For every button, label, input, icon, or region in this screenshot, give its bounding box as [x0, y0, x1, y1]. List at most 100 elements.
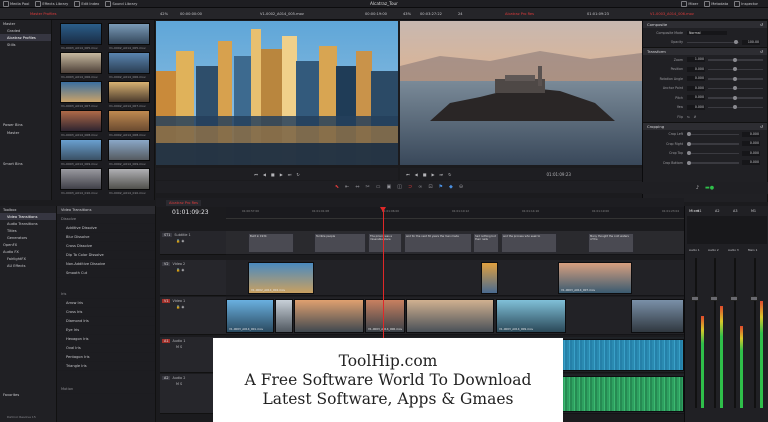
tab-edit-index[interactable]: Edit Index: [74, 0, 99, 7]
marker-icon[interactable]: ◆: [449, 184, 453, 190]
crop-top-slider[interactable]: [687, 151, 739, 155]
lane-subtitle-1[interactable]: Built in 1934 Terrible people The prison…: [226, 231, 684, 255]
trim-tool-icon[interactable]: ⇤: [345, 184, 349, 190]
fx-oval-iris[interactable]: Oval Iris: [57, 344, 155, 353]
skip-back-icon[interactable]: ⏮: [254, 172, 258, 177]
rotation-slider[interactable]: [708, 76, 763, 81]
lock-icon[interactable]: 🔒: [176, 305, 180, 309]
subtitle-clip[interactable]: had nothing but their nails: [473, 233, 499, 253]
video-clip[interactable]: V1-0002_A014_004.mov: [248, 262, 314, 294]
category-fairlightfx[interactable]: FairlightFX: [0, 255, 56, 262]
selection-tool-icon[interactable]: ⬉: [335, 184, 339, 190]
subtitle-clip[interactable]: The prison was a miserable place: [368, 233, 402, 253]
snapping-icon[interactable]: ⊃: [408, 184, 412, 190]
link-icon[interactable]: ∞: [418, 184, 422, 190]
video-clip[interactable]: V1-0003_A014_001.mov: [226, 299, 274, 333]
tab-inspector[interactable]: Inspector: [734, 0, 758, 7]
timeline-viewer[interactable]: [400, 21, 642, 165]
bin-graded[interactable]: Graded: [0, 27, 51, 34]
stop-icon[interactable]: ■: [271, 172, 275, 177]
power-bin-master[interactable]: Master: [7, 131, 19, 135]
video-clip[interactable]: V1-0003_A014_006.mov: [365, 299, 405, 333]
crop-left-slider[interactable]: [687, 132, 739, 136]
flag-icon[interactable]: ⚑: [439, 184, 443, 190]
reset-icon[interactable]: ↺: [760, 124, 763, 129]
yaw-slider[interactable]: [708, 105, 763, 109]
source-zoom[interactable]: 42%: [160, 12, 168, 16]
fx-pentagon-iris[interactable]: Pentagon Iris: [57, 353, 155, 362]
flip-vertical-icon[interactable]: ⇵: [694, 115, 697, 119]
crop-bottom-slider[interactable]: [687, 160, 739, 165]
eye-icon[interactable]: ◉: [181, 268, 184, 272]
composite-mode-select[interactable]: Normal: [687, 30, 727, 35]
stop-icon[interactable]: ■: [423, 172, 427, 177]
category-au-effects[interactable]: AU Effects: [0, 262, 56, 269]
timeline-ruler[interactable]: 01:00:57:00 01:01:01:08 01:01:06:00 01:0…: [226, 207, 684, 219]
mute-icon[interactable]: M: [176, 382, 179, 386]
opacity-value[interactable]: 100.00: [742, 39, 760, 45]
insert-clip-icon[interactable]: ▭: [376, 184, 381, 190]
thumb-5[interactable]: [60, 81, 102, 103]
eye-icon[interactable]: ◉: [181, 239, 184, 243]
thumb-4[interactable]: [108, 52, 150, 74]
loop-icon[interactable]: ↻: [296, 172, 299, 177]
video-clip[interactable]: V1-0003_A014_007.mov: [558, 262, 632, 294]
thumb-2[interactable]: [108, 23, 150, 45]
skip-forward-icon[interactable]: ⏭: [440, 172, 444, 177]
source-viewer[interactable]: [156, 21, 398, 165]
dynamic-trim-icon[interactable]: ⇔: [355, 184, 359, 190]
track-header-video-1[interactable]: V1 Video 1 🔒 ◉: [160, 297, 226, 335]
position-slider[interactable]: [708, 67, 763, 71]
video-clip[interactable]: [481, 262, 498, 294]
subtitle-clip[interactable]: Built in 1934: [248, 233, 294, 253]
thumb-6[interactable]: [108, 81, 150, 103]
subtitle-clip[interactable]: and for the next 30 years the men made: [404, 233, 472, 253]
anchor-slider[interactable]: [708, 86, 763, 90]
video-clip[interactable]: V1-0003_A014_009.mov: [496, 299, 566, 333]
play-icon[interactable]: ▶: [280, 172, 283, 177]
category-audio-transitions[interactable]: Audio Transitions: [0, 220, 56, 227]
fx-non-additive[interactable]: Non-Additive Dissolve: [57, 260, 155, 269]
bin-stills[interactable]: Stills: [0, 41, 51, 48]
tab-sound-library[interactable]: Sound Library: [105, 0, 137, 7]
volume-slider-icon[interactable]: ▬●: [705, 185, 714, 191]
mute-icon[interactable]: M: [176, 345, 179, 349]
reset-icon[interactable]: ↺: [760, 49, 763, 54]
position-lock-icon[interactable]: ⊡: [428, 184, 432, 190]
fx-cross-iris[interactable]: Cross Iris: [57, 308, 155, 317]
track-header-video-2[interactable]: V2 Video 2 🔒 ◉: [160, 260, 226, 296]
lock-icon[interactable]: 🔒: [176, 268, 180, 272]
toolbox-label[interactable]: Toolbox: [0, 206, 56, 213]
bin-master[interactable]: Master: [0, 20, 51, 27]
overwrite-clip-icon[interactable]: ▣: [386, 184, 391, 190]
reverse-icon[interactable]: ◀: [263, 172, 266, 177]
flip-horizontal-icon[interactable]: ⇋: [687, 115, 690, 119]
fx-triangle-iris[interactable]: Triangle Iris: [57, 362, 155, 371]
transform-section[interactable]: Transform ↺: [643, 47, 767, 55]
thumb-8[interactable]: [108, 110, 150, 132]
zoom-slider-icon[interactable]: ⊖: [459, 184, 463, 190]
video-clip[interactable]: [275, 299, 293, 333]
fx-eye-iris[interactable]: Eye Iris: [57, 326, 155, 335]
eye-icon[interactable]: ◉: [181, 305, 184, 309]
solo-icon[interactable]: S: [180, 382, 182, 386]
fader-main[interactable]: [750, 296, 758, 301]
thumb-12[interactable]: [108, 168, 150, 190]
skip-forward-icon[interactable]: ⏭: [288, 172, 292, 177]
favorites-label[interactable]: Favorites: [3, 393, 19, 397]
reset-icon[interactable]: ↺: [760, 22, 763, 27]
bin-alcatraz-profiles[interactable]: Alcatraz Profiles: [0, 34, 51, 41]
thumb-10[interactable]: [108, 139, 150, 161]
blade-tool-icon[interactable]: ✂: [366, 184, 370, 190]
fx-arrow-iris[interactable]: Arrow Iris: [57, 299, 155, 308]
speaker-icon[interactable]: ♪: [696, 185, 699, 191]
lane-video-1[interactable]: V1-0003_A014_001.mov V1-0003_A014_006.mo…: [226, 297, 684, 335]
source-bin-dropdown[interactable]: Master Profiles: [30, 12, 56, 16]
composite-section[interactable]: Composite ↺: [643, 20, 767, 28]
lane-video-2[interactable]: V1-0002_A014_004.mov V1-0003_A014_007.mo…: [226, 260, 684, 296]
lock-icon[interactable]: 🔒: [176, 239, 180, 243]
fx-additive-dissolve[interactable]: Additive Dissolve: [57, 224, 155, 233]
program-zoom[interactable]: 43%: [403, 12, 411, 16]
tab-metadata[interactable]: Metadata: [704, 0, 728, 7]
video-clip[interactable]: [631, 299, 684, 333]
